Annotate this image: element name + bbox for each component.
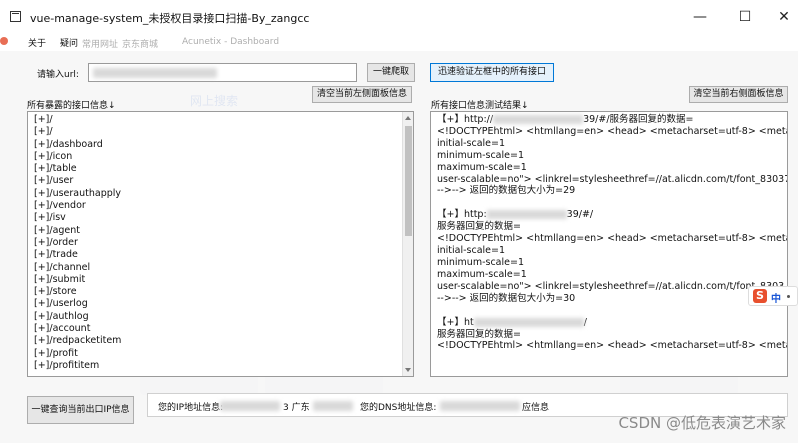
result-head-prefix: 【+】http: xyxy=(437,209,487,221)
list-item: [+]/agent xyxy=(34,224,81,236)
list-item: [+]/vendor xyxy=(34,200,86,212)
scroll-down-arrow-icon[interactable] xyxy=(405,368,411,372)
window-title: vue-manage-system_未授权目录接口扫描-By_zangcc xyxy=(30,12,310,25)
ghost-tab: 常用网址 xyxy=(82,40,119,50)
list-item: [+]/profit xyxy=(34,347,78,359)
list-item: [+]/redpacketitem xyxy=(34,335,122,347)
paths-list: [+]/ [+]/ [+]/dashboard [+]/icon [+]/tab… xyxy=(28,112,413,372)
list-item: [+]/table xyxy=(34,163,77,175)
list-item: [+]/ xyxy=(34,114,53,125)
result-head-suffix: 39/#/服务器回复的数据= xyxy=(583,114,694,125)
redacted-dns xyxy=(440,401,520,411)
result-head: 【+】ht / xyxy=(437,317,787,329)
result-line: user-scalable=no"> <linkrel=stylesheethr… xyxy=(437,280,785,292)
list-item: [+]/account xyxy=(34,323,91,335)
verify-all-button[interactable]: 迅速验证左框中的所有接口 xyxy=(430,63,554,82)
results-text: 【+】http://39/#/服务器回复的数据= <!DOCTYPEhtml> … xyxy=(431,112,787,352)
dns-label: 您的DNS地址信息: xyxy=(360,403,437,413)
ghost-tab: Acunetix - Dashboard xyxy=(182,37,280,47)
list-item: [+]/profititem xyxy=(34,359,100,371)
result-head-suffix: / xyxy=(583,316,587,328)
list-item: [+]/order xyxy=(34,236,78,248)
result-head-prefix: 【+】http:// xyxy=(437,114,494,125)
scroll-thumb[interactable] xyxy=(405,126,412,236)
query-ip-button[interactable]: 一键查询当前出口IP信息 xyxy=(27,396,134,424)
result-line: 服务器回复的数据= xyxy=(437,221,521,233)
result-line: initial-scale=1 xyxy=(437,137,506,149)
list-item: [+]/isv xyxy=(34,212,66,224)
result-line: user-scalable=no"> <linkrel=stylesheethr… xyxy=(437,173,788,185)
right-panel-header: 所有接口信息测试结果↓ xyxy=(431,101,529,111)
dns-info: 应信息 xyxy=(522,403,550,413)
app-window: vue-manage-system_未授权目录接口扫描-By_zangcc — … xyxy=(0,0,798,443)
redacted-isp xyxy=(313,401,353,411)
list-item: [+]/store xyxy=(34,286,77,298)
redacted-url xyxy=(93,68,217,78)
list-item: [+]/channel xyxy=(34,261,91,273)
ime-toolbar[interactable]: S 中 xyxy=(748,286,798,306)
list-item: [+]/ xyxy=(34,126,53,138)
redacted-host xyxy=(486,210,567,220)
result-line: initial-scale=1 xyxy=(437,245,506,257)
result-head-suffix: 39/#/ xyxy=(566,209,594,221)
result-line: <!DOCTYPEhtml> <htmllang=en> <head> <met… xyxy=(437,340,787,352)
left-panel-header: 所有暴露的接口信息↓ xyxy=(27,101,116,111)
result-head: 【+】http: 39/#/ xyxy=(437,209,787,221)
title-bar: vue-manage-system_未授权目录接口扫描-By_zangcc — … xyxy=(0,0,798,33)
result-head: 【+】http:// 39/#/服务器回复的数据= xyxy=(437,114,787,126)
menu-about[interactable]: 关于 xyxy=(28,36,46,49)
redacted-ip xyxy=(220,401,280,411)
list-item: [+]/icon xyxy=(34,150,73,162)
ip-label: 您的IP地址信息: xyxy=(158,403,224,413)
result-line: 服务器回复的数据= xyxy=(437,328,521,340)
csdn-watermark: CSDN @低危表演艺术家 xyxy=(618,414,786,432)
sogou-logo-icon: S xyxy=(753,289,767,303)
scroll-up-arrow-icon[interactable] xyxy=(405,116,411,120)
result-line: minimum-scale=1 xyxy=(437,256,524,268)
result-head-prefix: 【+】ht xyxy=(437,316,474,328)
menu-bar: 关于 疑问 常用网址 京东商城 Acunetix - Dashboard xyxy=(0,33,798,51)
clear-left-button[interactable]: 清空当前左侧面板信息 xyxy=(312,86,412,103)
ip-location: 3 广东 xyxy=(283,403,310,413)
minimize-button[interactable]: — xyxy=(686,6,714,28)
list-item: [+]/trade xyxy=(34,249,78,261)
list-item: [+]/user xyxy=(34,175,74,187)
right-results-panel[interactable]: 【+】http://39/#/服务器回复的数据= <!DOCTYPEhtml> … xyxy=(430,111,788,377)
left-scrollbar[interactable] xyxy=(402,112,413,376)
result-line: -->--> 返回的数据包大小为=29 xyxy=(437,185,576,197)
redacted-host xyxy=(473,317,584,327)
app-window-icon xyxy=(10,11,21,22)
browser-logo-icon xyxy=(0,37,8,45)
list-item: [+]/dashboard xyxy=(34,138,103,150)
list-item: [+]/authlog xyxy=(34,310,89,322)
redacted-host xyxy=(493,115,584,124)
result-line: <!DOCTYPEhtml> <htmllang=en> <head> <met… xyxy=(437,125,787,137)
maximize-button[interactable]: ☐ xyxy=(731,6,759,28)
ime-dot-icon xyxy=(787,295,790,298)
result-line: minimum-scale=1 xyxy=(437,149,524,161)
list-item: [+]/userauthapply xyxy=(34,187,122,199)
ghost-tab: 京东商城 xyxy=(122,40,159,50)
menu-faq[interactable]: 疑问 xyxy=(60,36,78,49)
left-paths-panel[interactable]: [+]/ [+]/ [+]/dashboard [+]/icon [+]/tab… xyxy=(27,111,414,377)
clear-right-button[interactable]: 清空当前右侧面板信息 xyxy=(689,86,788,103)
ime-language[interactable]: 中 xyxy=(771,290,781,305)
close-button[interactable]: ✕ xyxy=(770,6,798,28)
result-line: <!DOCTYPEhtml> <htmllang=en> <head> <met… xyxy=(437,233,787,245)
list-item: [+]/submit xyxy=(34,273,86,285)
result-line: maximum-scale=1 xyxy=(437,268,527,280)
url-input[interactable] xyxy=(88,63,357,82)
list-item: [+]/userlog xyxy=(34,298,88,310)
result-line: maximum-scale=1 xyxy=(437,161,527,173)
crawl-button[interactable]: 一键爬取 xyxy=(367,63,415,82)
result-line: -->--> 返回的数据包大小为=30 xyxy=(437,292,576,304)
url-label: 请输入url: xyxy=(37,70,79,80)
